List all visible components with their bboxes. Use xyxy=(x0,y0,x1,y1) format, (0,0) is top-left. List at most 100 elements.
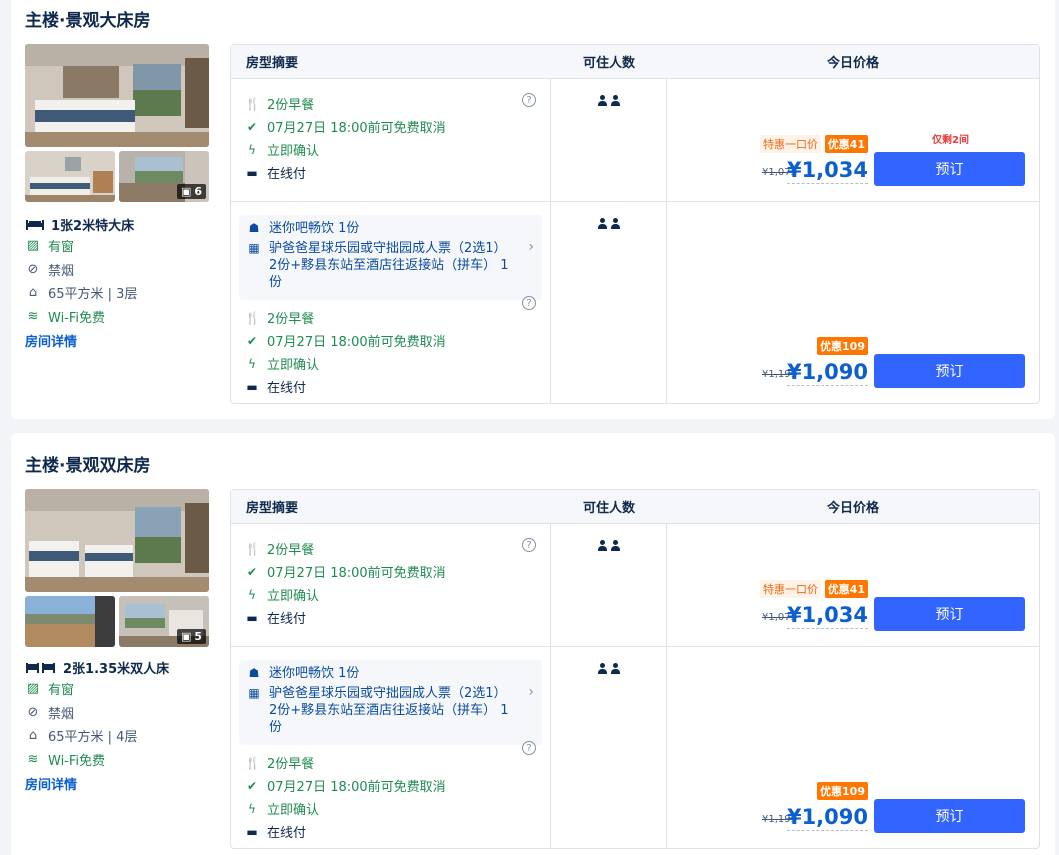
rate-table-header: 房型摘要 可住人数 今日价格 xyxy=(231,490,1039,524)
room-main-photo[interactable] xyxy=(25,489,209,592)
wifi-icon: ≋ xyxy=(27,308,39,324)
room-detail-link[interactable]: 房间详情 xyxy=(25,331,215,350)
card-icon: ▬ xyxy=(246,610,258,625)
current-price: ¥1,090 xyxy=(786,360,868,386)
cancel-policy[interactable]: ✔ 07月27日 18:00前可免费取消 xyxy=(245,329,536,352)
wifi-fact: ≋ Wi-Fi免费 xyxy=(25,305,215,329)
two-person-icon xyxy=(597,95,620,201)
rate-row: ☗ 迷你吧畅饮 1份 ▦ 驴爸爸星球乐园或守拙园成人票（2选1） 2份+黟县东站至酒… xyxy=(231,202,1039,403)
book-button[interactable]: 预订 xyxy=(874,597,1025,631)
payment-policy: ▬ 在线付 xyxy=(246,165,307,183)
confirm-policy: ϟ 立即确认 xyxy=(245,583,536,606)
photo-count: 5 xyxy=(194,630,202,643)
smoking-fact: ⊘ 禁烟 xyxy=(25,258,215,282)
room-facts: 2张1.35米双人床 ▨ 有窗 ⊘ 禁烟 ⌂ 65平方米 | 4层 ≋ Wi-F… xyxy=(25,657,215,794)
rate-summary: ? 🍴 2份早餐 ✔ 07月27日 18:00前可免费取消 ϟ 立即确认 ▬ 在线付 xyxy=(231,524,551,646)
package-perks[interactable]: ☗ 迷你吧畅饮 1份 ▦ 驴爸爸星球乐园或守拙园成人票（2选1） 2份+黟县东站至酒… xyxy=(239,215,542,300)
rate-price: 仅剩2间 特惠一口价 优惠41 ¥1,075 ¥1,034 预订 xyxy=(667,79,1039,201)
food-icon: ☗ xyxy=(248,221,260,235)
help-icon[interactable]: ? xyxy=(522,538,536,552)
book-button[interactable]: 预订 xyxy=(874,799,1025,833)
payment-policy: ▬ 在线付 xyxy=(246,824,307,842)
discount-tag[interactable]: 优惠109 xyxy=(817,337,868,355)
current-price: ¥1,034 xyxy=(786,603,868,629)
discount-tag[interactable]: 优惠109 xyxy=(817,782,868,800)
photo-count: 6 xyxy=(194,185,202,198)
breakfast-icon: 🍴 xyxy=(245,96,260,111)
check-circle-icon: ✔ xyxy=(246,564,258,579)
breakfast-icon: 🍴 xyxy=(245,541,260,556)
no-smoking-icon: ⊘ xyxy=(27,704,39,720)
confirm-policy: ϟ 立即确认 xyxy=(245,138,536,161)
occupancy xyxy=(551,647,667,848)
chevron-right-icon[interactable]: › xyxy=(528,239,534,255)
room-facts: 1张2米特大床 ▨ 有窗 ⊘ 禁烟 ⌂ 65平方米 | 3层 ≋ Wi-Fi免费… xyxy=(25,214,215,351)
room-main-photo[interactable] xyxy=(25,44,209,147)
area-floor-fact: ⌂ 65平方米 | 4层 xyxy=(25,724,215,748)
area-icon: ⌂ xyxy=(28,728,38,744)
two-person-icon xyxy=(597,540,620,646)
no-smoking-icon: ⊘ xyxy=(27,261,39,277)
package-perks[interactable]: ☗ 迷你吧畅饮 1份 ▦ 驴爸爸星球乐园或守拙园成人票（2选1） 2份+黟县东站至酒… xyxy=(239,660,542,745)
help-icon[interactable]: ? xyxy=(522,296,536,310)
room-card: 主楼·景观双床房 ▣ 5 2张1.35米双人床 ▨ 有窗 ⊘ 禁烟 ⌂ 65平方… xyxy=(11,433,1055,855)
twin-bed-icon xyxy=(26,663,55,673)
room-thumb-photo[interactable]: ▣ 6 xyxy=(119,151,209,202)
window-fact: ▨ 有窗 xyxy=(26,681,75,699)
book-button[interactable]: 预订 xyxy=(874,152,1025,186)
room-title: 主楼·景观双床房 xyxy=(25,456,151,476)
room-card: 主楼·景观大床房 ▣ 6 1张2米特大床 ▨ 有窗 ⊘ 禁烟 ⌂ 65平方米 |… xyxy=(11,0,1055,419)
header-occupancy: 可住人数 xyxy=(582,501,635,516)
cancel-policy[interactable]: ✔ 07月27日 18:00前可免费取消 xyxy=(245,774,536,797)
gift-icon: ▦ xyxy=(248,686,260,700)
room-detail-link[interactable]: 房间详情 xyxy=(25,774,215,793)
breakfast-policy: 🍴 2份早餐 xyxy=(245,755,315,773)
rate-row: ? 🍴 2份早餐 ✔ 07月27日 18:00前可免费取消 ϟ 立即确认 ▬ 在线付 特… xyxy=(231,524,1039,647)
discount-tag[interactable]: 优惠41 xyxy=(824,135,868,153)
lightning-icon: ϟ xyxy=(248,801,256,816)
cancel-policy[interactable]: ✔ 07月27日 18:00前可免费取消 xyxy=(245,115,536,138)
lightning-icon: ϟ xyxy=(248,587,256,602)
area-floor-fact: ⌂ 65平方米 | 3层 xyxy=(25,281,215,305)
bed-label: 2张1.35米双人床 xyxy=(63,661,170,677)
breakfast-policy: 🍴 2份早餐 xyxy=(245,96,315,114)
lightning-icon: ϟ xyxy=(248,356,256,371)
confirm-policy: ϟ 立即确认 xyxy=(245,797,536,820)
book-button[interactable]: 预订 xyxy=(874,354,1025,388)
cancel-policy[interactable]: ✔ 07月27日 18:00前可免费取消 xyxy=(245,560,536,583)
rate-price: 特惠一口价 优惠41 ¥1,075 ¥1,034 预订 xyxy=(667,524,1039,646)
smoking-fact: ⊘ 禁烟 xyxy=(25,701,215,725)
image-icon: ▣ xyxy=(180,630,192,643)
rate-summary: ☗ 迷你吧畅饮 1份 ▦ 驴爸爸星球乐园或守拙园成人票（2选1） 2份+黟县东站至酒… xyxy=(231,647,551,848)
help-icon[interactable]: ? xyxy=(522,93,536,107)
occupancy xyxy=(551,79,667,201)
card-icon: ▬ xyxy=(246,824,258,839)
check-circle-icon: ✔ xyxy=(246,119,258,134)
payment-policy: ▬ 在线付 xyxy=(246,610,307,628)
wifi-fact: ≋ Wi-Fi免费 xyxy=(25,748,215,772)
perk-food: ☗ 迷你吧畅饮 1份 xyxy=(248,221,360,236)
breakfast-policy: 🍴 2份早餐 xyxy=(245,310,315,328)
discount-tag[interactable]: 优惠41 xyxy=(824,580,868,598)
room-thumb-photo[interactable]: ▣ 5 xyxy=(119,596,209,647)
confirm-policy: ϟ 立即确认 xyxy=(245,352,536,375)
rate-table-header: 房型摘要 可住人数 今日价格 xyxy=(231,45,1039,79)
card-icon: ▬ xyxy=(246,165,258,180)
rate-table: 房型摘要 可住人数 今日价格 ? 🍴 2份早餐 ✔ 07月27日 18:00前可免费… xyxy=(230,44,1040,404)
room-thumb-photo[interactable] xyxy=(25,596,115,647)
current-price: ¥1,034 xyxy=(786,158,868,184)
photo-count-badge[interactable]: ▣ 6 xyxy=(176,184,206,199)
rooms-left-note: 仅剩2间 xyxy=(932,135,969,146)
check-circle-icon: ✔ xyxy=(246,333,258,348)
bed-info: 2张1.35米双人床 xyxy=(25,657,215,677)
special-price-tag: 特惠一口价 xyxy=(760,135,821,153)
chevron-right-icon[interactable]: › xyxy=(528,684,534,700)
card-icon: ▬ xyxy=(246,379,258,394)
wifi-icon: ≋ xyxy=(27,751,39,767)
room-thumb-photo[interactable] xyxy=(25,151,115,202)
breakfast-policy: 🍴 2份早餐 xyxy=(245,541,315,559)
food-icon: ☗ xyxy=(248,666,260,680)
header-summary: 房型摘要 xyxy=(246,56,299,71)
photo-count-badge[interactable]: ▣ 5 xyxy=(176,629,206,644)
help-icon[interactable]: ? xyxy=(522,741,536,755)
